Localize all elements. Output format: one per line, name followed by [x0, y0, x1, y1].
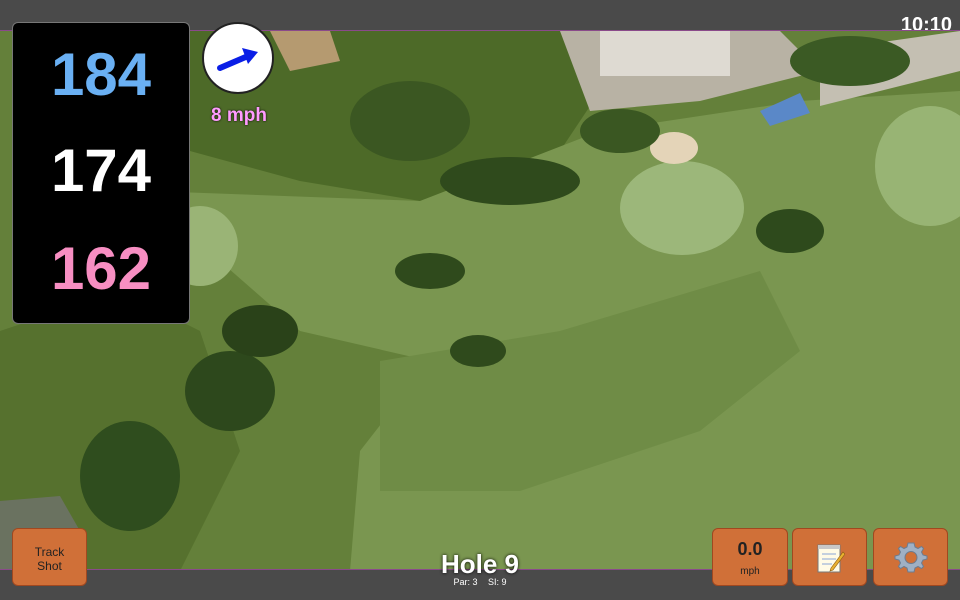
middle-distance: 174: [50, 137, 152, 204]
distance-panel: 184 174 162: [12, 22, 190, 324]
wind-dial[interactable]: [202, 22, 274, 94]
back-distance: 184: [50, 41, 152, 108]
hole-si: SI: 9: [488, 577, 507, 587]
track-shot-label-line1: Track: [34, 545, 65, 559]
front-distance: 162: [50, 235, 152, 302]
speed-unit: mph: [740, 566, 760, 577]
notepad-icon: [817, 544, 845, 573]
hole-par: Par: 3: [453, 577, 478, 587]
speed-value: 0.0: [737, 539, 763, 559]
gear-icon: [894, 542, 927, 573]
hole-info: Par: 3 SI: 9: [400, 577, 560, 587]
track-shot-button[interactable]: Track Shot: [12, 528, 87, 586]
wind-speed: 8 mph: [211, 105, 267, 126]
speed-button[interactable]: 0.0 mph: [712, 528, 788, 586]
track-shot-label-line2: Shot: [37, 559, 62, 573]
wind-arrow-icon: [217, 48, 258, 71]
notes-button[interactable]: [792, 528, 867, 586]
settings-button[interactable]: [873, 528, 948, 586]
hole-title: Hole 9: [440, 549, 520, 579]
